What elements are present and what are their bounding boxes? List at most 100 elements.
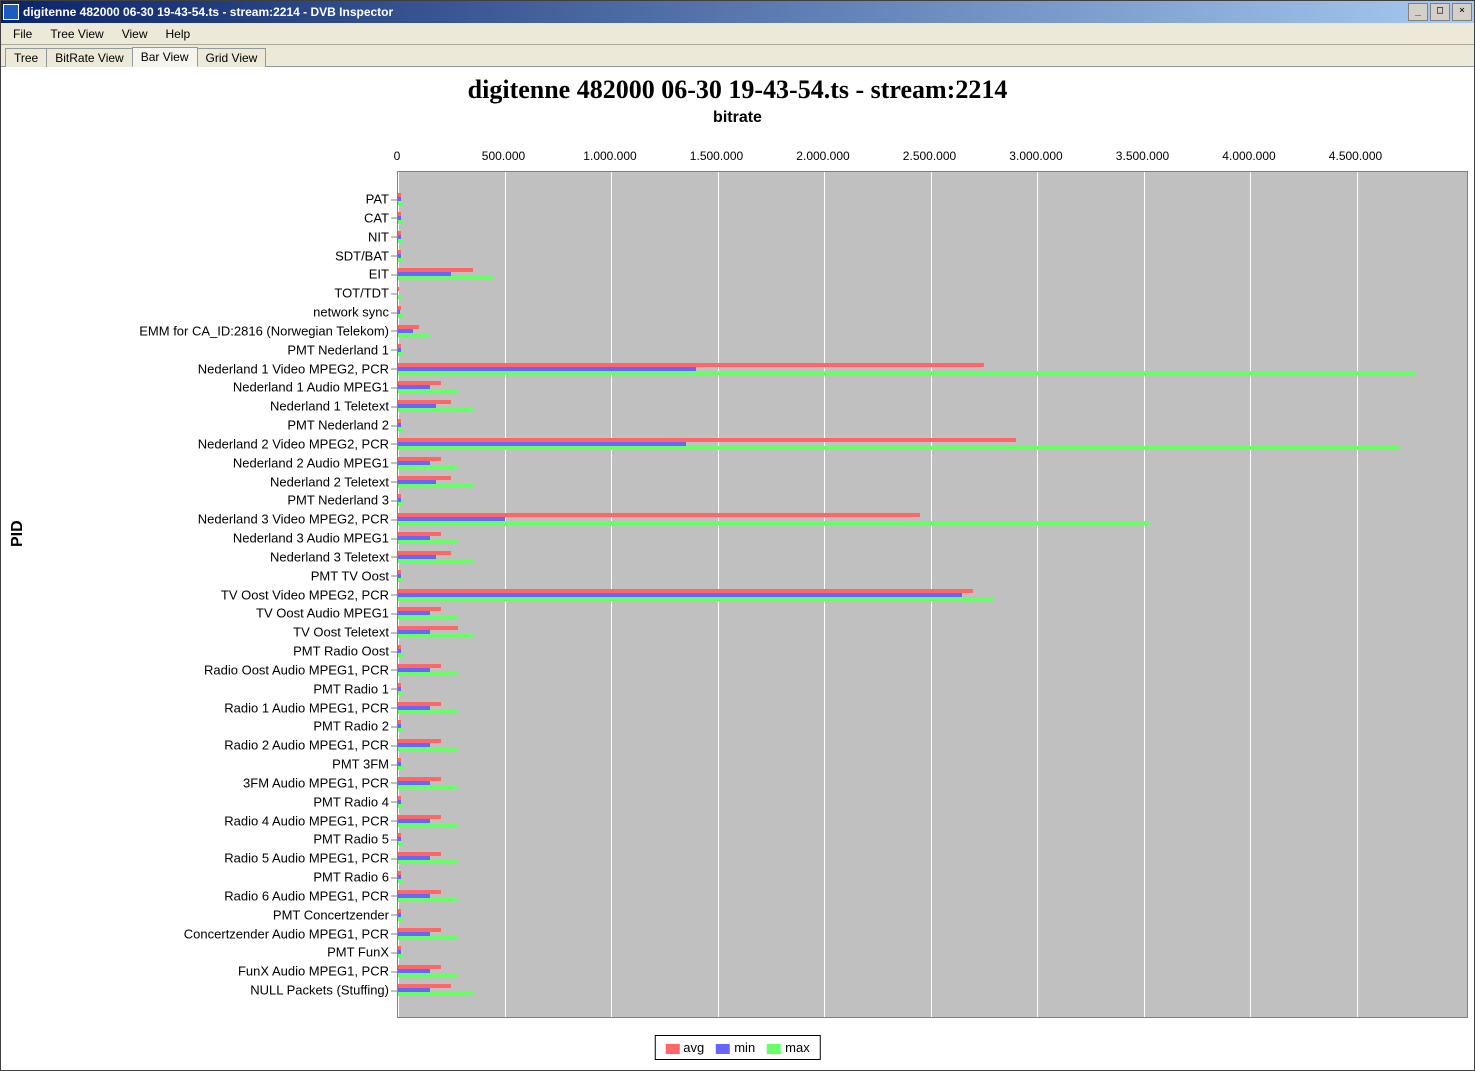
y-category-label: Nederland 1 Video MPEG2, PCR: [198, 361, 389, 376]
bar-max: [398, 841, 404, 845]
y-category-label: Radio 6 Audio MPEG1, PCR: [224, 888, 389, 903]
x-tick-label: 3.500.000: [1116, 149, 1169, 163]
bar-avg: [398, 287, 399, 291]
y-category-label: Nederland 2 Teletext: [270, 474, 389, 489]
bar-max: [398, 295, 402, 299]
swatch-avg-icon: [665, 1044, 679, 1054]
y-category-label: network sync: [313, 305, 389, 320]
bar-max: [398, 389, 458, 393]
bar-max: [398, 239, 404, 243]
y-category-label: CAT: [364, 210, 389, 225]
tab-bar-view[interactable]: Bar View: [132, 47, 198, 67]
minimize-button[interactable]: _: [1408, 3, 1428, 21]
legend: avg min max: [654, 1035, 820, 1060]
y-category-label: TOT/TDT: [334, 286, 389, 301]
y-category-label: Nederland 3 Audio MPEG1: [233, 531, 389, 546]
y-axis-labels: PAT CAT NIT SDT/BAT EIT TOT/TDT network sync EM…: [1, 171, 389, 1018]
menu-treeview[interactable]: Tree View: [42, 25, 111, 43]
bar-max: [398, 691, 404, 695]
x-tick-label: 2.500.000: [903, 149, 956, 163]
y-category-label: Nederland 1 Audio MPEG1: [233, 380, 389, 395]
swatch-max-icon: [767, 1044, 781, 1054]
chart-canvas: digitenne 482000 06-30 19-43-54.ts - str…: [1, 67, 1474, 1070]
bar-max: [398, 465, 458, 469]
tab-tree[interactable]: Tree: [5, 48, 47, 67]
menu-file[interactable]: File: [5, 25, 40, 43]
bar-max: [398, 502, 404, 506]
bar-max: [398, 484, 473, 488]
y-category-label: PMT Radio Oost: [293, 644, 389, 659]
x-axis: 0500.0001.000.0001.500.0002.000.0002.500…: [397, 149, 1468, 169]
x-tick-label: 4.000.000: [1222, 149, 1275, 163]
y-category-label: NIT: [368, 229, 389, 244]
chart-title: digitenne 482000 06-30 19-43-54.ts - str…: [1, 67, 1474, 109]
y-category-label: Radio 4 Audio MPEG1, PCR: [224, 813, 389, 828]
bar-max: [398, 653, 404, 657]
y-category-label: SDT/BAT: [335, 248, 389, 263]
y-category-label: 3FM Audio MPEG1, PCR: [243, 775, 389, 790]
legend-min: min: [716, 1040, 755, 1055]
y-category-label: Nederland 3 Teletext: [270, 549, 389, 564]
bar-max: [398, 766, 404, 770]
y-category-label: PMT Radio 6: [313, 870, 389, 885]
bar-max: [398, 860, 458, 864]
y-category-label: PMT Radio 1: [313, 681, 389, 696]
bar-max: [398, 597, 994, 601]
x-tick-label: 0: [394, 149, 401, 163]
x-axis-title: bitrate: [1, 109, 1474, 129]
y-category-label: Nederland 2 Video MPEG2, PCR: [198, 436, 389, 451]
x-tick-label: 1.500.000: [690, 149, 743, 163]
y-category-label: PMT FunX: [327, 945, 389, 960]
bar-max: [398, 710, 458, 714]
app-icon: [3, 4, 19, 20]
bar-max: [398, 446, 1399, 450]
legend-max: max: [767, 1040, 810, 1055]
y-category-label: TV Oost Audio MPEG1: [256, 606, 389, 621]
y-category-label: TV Oost Video MPEG2, PCR: [221, 587, 389, 602]
bars-layer: [397, 171, 1468, 1018]
bar-max: [398, 785, 458, 789]
menu-bar: File Tree View View Help: [1, 23, 1474, 45]
bar-max: [398, 276, 494, 280]
x-tick-label: 3.000.000: [1009, 149, 1062, 163]
bar-max: [398, 992, 473, 996]
menu-view[interactable]: View: [114, 25, 156, 43]
bar-max: [398, 672, 458, 676]
y-category-label: EMM for CA_ID:2816 (Norwegian Telekom): [139, 323, 389, 338]
x-tick-label: 2.000.000: [796, 149, 849, 163]
bar-max: [398, 578, 404, 582]
maximize-button[interactable]: □: [1430, 3, 1450, 21]
tab-grid[interactable]: Grid View: [197, 48, 267, 67]
x-tick-label: 1.000.000: [583, 149, 636, 163]
y-category-label: Radio 5 Audio MPEG1, PCR: [224, 851, 389, 866]
bar-max: [398, 917, 404, 921]
bar-max: [398, 747, 458, 751]
y-category-label: Nederland 1 Teletext: [270, 399, 389, 414]
y-category-label: Radio 1 Audio MPEG1, PCR: [224, 700, 389, 715]
y-category-label: EIT: [369, 267, 389, 282]
y-category-label: Nederland 3 Video MPEG2, PCR: [198, 512, 389, 527]
title-bar: digitenne 482000 06-30 19-43-54.ts - str…: [1, 1, 1474, 23]
bar-max: [398, 521, 1150, 525]
y-category-label: PMT Nederland 2: [287, 418, 389, 433]
bar-max: [398, 333, 430, 337]
y-category-label: PMT TV Oost: [311, 568, 389, 583]
menu-help[interactable]: Help: [158, 25, 199, 43]
y-category-label: Radio Oost Audio MPEG1, PCR: [204, 662, 389, 677]
swatch-min-icon: [716, 1044, 730, 1054]
y-category-label: PMT Radio 4: [313, 794, 389, 809]
bar-max: [398, 954, 404, 958]
bar-max: [398, 371, 1416, 375]
bar-max: [398, 936, 458, 940]
bar-max: [398, 540, 458, 544]
bar-max: [398, 427, 404, 431]
y-category-label: PMT Radio 2: [313, 719, 389, 734]
y-category-label: FunX Audio MPEG1, PCR: [238, 964, 389, 979]
close-button[interactable]: ×: [1452, 3, 1472, 21]
bar-max: [398, 352, 404, 356]
y-category-label: PMT Concertzender: [273, 907, 389, 922]
y-category-label: PAT: [366, 192, 389, 207]
y-category-label: PMT Radio 5: [313, 832, 389, 847]
bar-max: [398, 973, 458, 977]
tab-bitrate[interactable]: BitRate View: [46, 48, 132, 67]
